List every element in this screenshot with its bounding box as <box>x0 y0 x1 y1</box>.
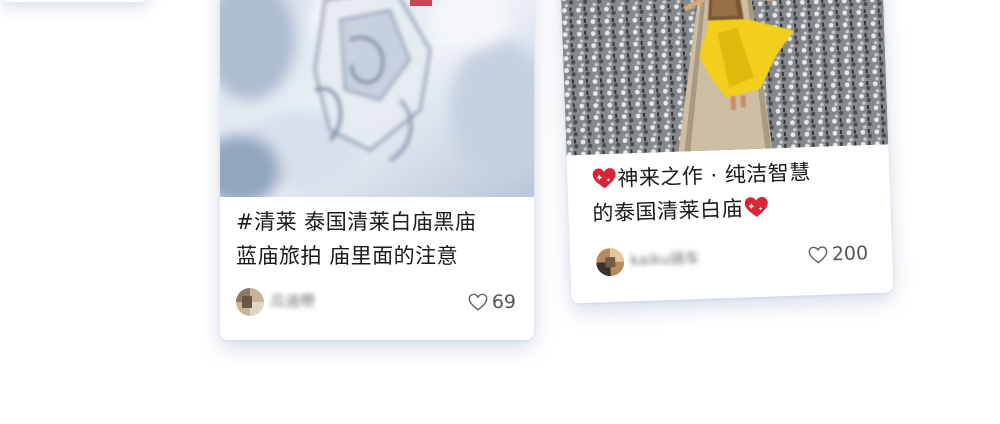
sparkling-heart-icon <box>592 168 616 189</box>
post-title-line1: 神来之作 · 纯洁智慧 <box>616 160 812 191</box>
post-footer: 瓜迪嘢 69 <box>236 286 516 318</box>
like-count: 69 <box>491 291 516 313</box>
author-avatar[interactable] <box>236 288 264 316</box>
post-title-line2: 的泰国清莱白庙 <box>592 196 744 226</box>
post-title-line1: #清莱 泰国清莱白庙黑庙 <box>236 210 477 234</box>
author-name[interactable]: 瓜迪嘢 <box>270 290 315 311</box>
like-button[interactable]: 69 <box>467 287 516 317</box>
post-cover-image[interactable] <box>560 0 889 156</box>
post-title[interactable]: 神来之作 · 纯洁智慧 的泰国清莱白庙 <box>591 153 877 231</box>
post-card-white-temple[interactable]: #清莱 泰国清莱白庙黑庙 蓝庙旅拍 庙里面的注意 瓜迪嘢 69 <box>220 0 534 340</box>
heart-outline-icon <box>468 293 488 311</box>
post-footer: kaiku骑车 200 <box>595 237 869 278</box>
like-button[interactable]: 200 <box>806 238 868 270</box>
sparkling-heart-icon <box>744 196 768 218</box>
post-cover-image[interactable] <box>220 0 534 205</box>
like-count: 200 <box>831 242 869 266</box>
post-title[interactable]: #清莱 泰国清莱白庙黑庙 蓝庙旅拍 庙里面的注意 <box>236 205 520 273</box>
author-name[interactable]: kaiku骑车 <box>630 247 700 270</box>
post-card-yellow-dress[interactable]: 神来之作 · 纯洁智慧 的泰国清莱白庙 kaiku骑车 200 <box>560 0 894 304</box>
previous-card-edge[interactable] <box>0 0 150 2</box>
heart-outline-icon <box>808 246 828 264</box>
author-avatar[interactable] <box>595 247 625 277</box>
post-title-line2: 蓝庙旅拍 庙里面的注意 <box>236 244 459 268</box>
